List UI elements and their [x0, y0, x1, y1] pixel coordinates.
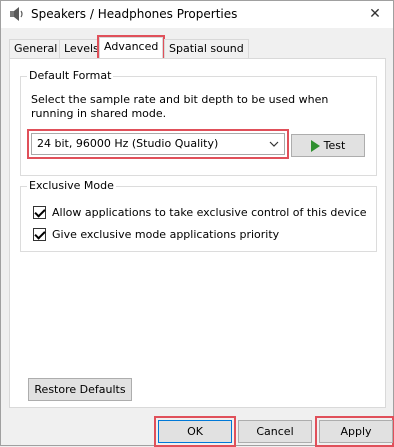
- allow-exclusive-checkbox[interactable]: [33, 206, 46, 219]
- properties-dialog: Speakers / Headphones Properties ✕ Gener…: [0, 0, 394, 447]
- default-format-description: Select the sample rate and bit depth to …: [31, 93, 329, 120]
- apply-button[interactable]: Apply: [319, 420, 393, 443]
- default-format-group: Default Format Select the sample rate an…: [20, 69, 377, 176]
- advanced-panel: Default Format Select the sample rate an…: [9, 58, 386, 408]
- format-select-value: 24 bit, 96000 Hz (Studio Quality): [37, 137, 219, 150]
- speaker-icon: [10, 7, 23, 21]
- test-button-label: Test: [323, 139, 346, 152]
- default-format-title: Default Format: [27, 69, 114, 82]
- play-icon: [310, 140, 320, 152]
- ok-button[interactable]: OK: [158, 420, 232, 443]
- format-select[interactable]: 24 bit, 96000 Hz (Studio Quality): [31, 133, 285, 155]
- tab-general[interactable]: General: [9, 39, 63, 58]
- tab-advanced[interactable]: Advanced: [96, 35, 166, 60]
- chevron-down-icon: [269, 141, 279, 147]
- close-icon[interactable]: ✕: [365, 4, 385, 24]
- window-title: Speakers / Headphones Properties: [31, 7, 238, 21]
- tab-spatial-sound[interactable]: Spatial sound: [164, 39, 249, 58]
- exclusive-priority-label: Give exclusive mode applications priorit…: [52, 228, 280, 241]
- cancel-button[interactable]: Cancel: [238, 420, 312, 443]
- exclusive-mode-title: Exclusive Mode: [27, 179, 116, 192]
- tab-levels[interactable]: Levels: [59, 39, 104, 58]
- allow-exclusive-label: Allow applications to take exclusive con…: [52, 206, 367, 219]
- exclusive-priority-checkbox[interactable]: [33, 228, 46, 241]
- test-button[interactable]: Test: [291, 134, 365, 157]
- restore-defaults-button[interactable]: Restore Defaults: [28, 378, 132, 401]
- title-bar: Speakers / Headphones Properties ✕: [1, 1, 393, 28]
- exclusive-mode-group: Exclusive Mode Allow applications to tak…: [20, 179, 377, 252]
